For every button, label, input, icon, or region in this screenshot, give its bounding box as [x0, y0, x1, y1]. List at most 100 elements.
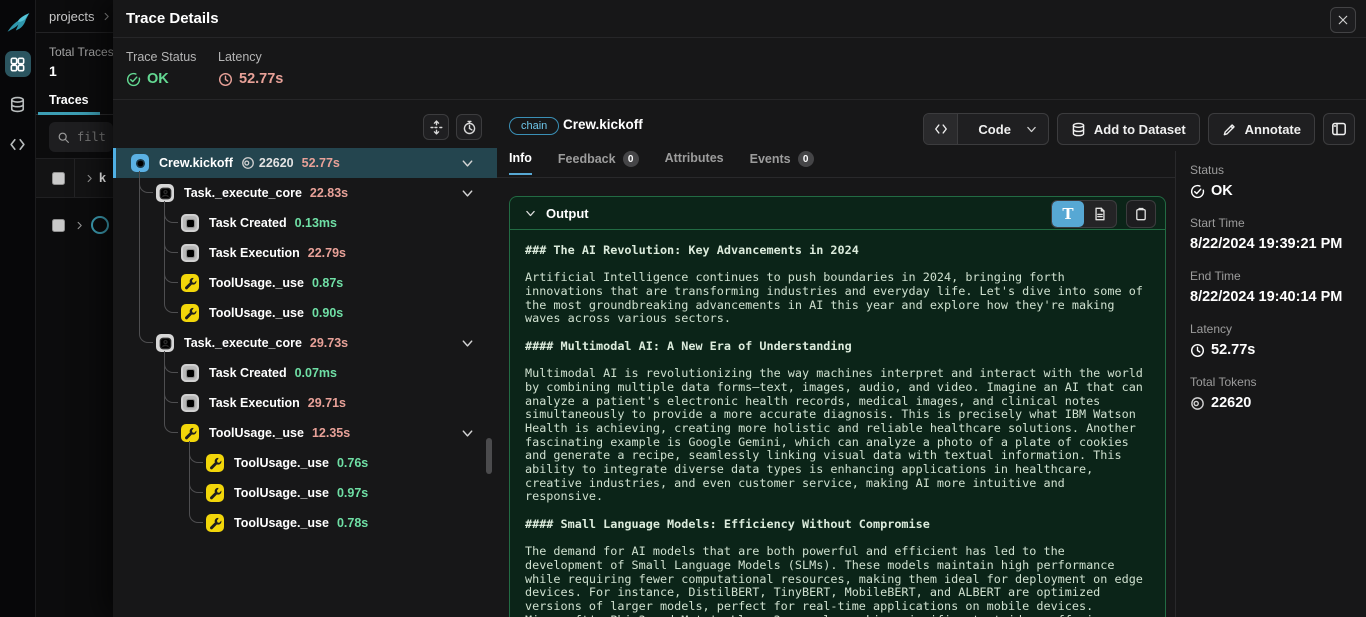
overlay-content: Crew.kickoff 22620 52.77s Task._execute_cor… [113, 101, 1366, 617]
rail-item-code[interactable] [5, 131, 31, 157]
add-to-dataset-button[interactable]: Add to Dataset [1056, 113, 1200, 145]
trace-latency-block: Latency 52.77s [218, 50, 283, 87]
annotate-button[interactable]: Annotate [1207, 113, 1315, 145]
trace-span-row[interactable]: ToolUsage._use 0.90s [113, 291, 497, 328]
trace-span-row[interactable]: ToolUsage._use 0.78s [113, 501, 497, 538]
database-icon [1071, 122, 1086, 137]
toggle-sidebar-button[interactable] [1323, 113, 1355, 145]
span-name: Task._execute_core [184, 336, 302, 350]
trace-list-header-row[interactable]: k [36, 158, 113, 198]
trace-span-row[interactable]: ToolUsage._use 12.35s [113, 411, 497, 448]
chevron-right-icon[interactable] [84, 173, 95, 184]
span-name: Task Created [209, 216, 287, 230]
meta-label: Start Time [1190, 216, 1245, 230]
span-tree-panel: Crew.kickoff 22620 52.77s Task._execute_cor… [113, 101, 497, 617]
span-name: ToolUsage._use [234, 516, 329, 530]
chevron-down-icon[interactable] [460, 156, 475, 171]
expand-collapse-button[interactable] [423, 114, 449, 140]
search-icon [57, 131, 70, 144]
tab-label: Events [749, 152, 791, 166]
meta-label: Latency [1190, 322, 1233, 336]
output-line: #### Small Language Models: Efficiency W… [525, 517, 930, 531]
tab-feedback[interactable]: Feedback 0 [558, 151, 639, 177]
output-panel-header[interactable]: Output T [510, 197, 1165, 230]
close-button[interactable] [1330, 7, 1356, 33]
token-icon [1190, 396, 1205, 411]
trace-span-row[interactable]: Crew.kickoff 22620 52.77s [113, 148, 497, 178]
meta-label: Status [1190, 163, 1225, 177]
breadcrumb[interactable]: projects [36, 0, 113, 33]
apps-icon [9, 56, 26, 73]
output-title: Output [546, 205, 589, 221]
meta-value: 22620 [1190, 395, 1366, 411]
output-line: devices. For instance, DistilBERT, TinyB… [525, 586, 1101, 600]
select-all-checkbox[interactable] [52, 171, 65, 185]
chevron-down-icon [524, 207, 537, 220]
output-line: fascinating example is Google Gemini, wh… [525, 435, 1129, 449]
output-line: Multimodal AI is revolutionizing the way… [525, 367, 1143, 381]
app-logo-bird-icon[interactable] [4, 9, 32, 37]
clock-icon [1190, 343, 1205, 358]
tab-count-badge: 0 [622, 151, 639, 167]
span-name: Task._execute_core [184, 186, 302, 200]
tab-traces[interactable]: Traces [36, 93, 113, 107]
database-icon [9, 96, 26, 113]
raw-view-button[interactable] [1084, 201, 1116, 227]
span-tree: Crew.kickoff 22620 52.77s Task._execute_cor… [113, 148, 497, 538]
close-icon [1337, 14, 1349, 26]
task-span-icon [181, 214, 199, 232]
span-token-count: 22620 [241, 156, 294, 170]
tree-scrollbar-thumb[interactable] [486, 438, 492, 474]
span-duration: 0.13ms [294, 216, 337, 230]
span-duration: 0.76s [336, 456, 369, 470]
breadcrumb-label: projects [49, 9, 95, 24]
tab-traces-underline [36, 112, 113, 115]
output-line: creative industries, and even customer s… [525, 476, 1065, 490]
rail-item-apps[interactable] [4, 51, 31, 77]
trace-span-row[interactable]: ToolUsage._use 0.76s [113, 441, 497, 478]
meta-item-latency: Latency 52.77s [1176, 305, 1366, 358]
chevron-down-icon[interactable] [1025, 123, 1038, 136]
overlay-header: Trace Details [113, 0, 1366, 38]
output-content: ### The AI Revolution: Key Advancements … [510, 230, 1165, 617]
rail-item-database[interactable] [5, 91, 31, 117]
code-icon [924, 114, 959, 144]
meta-label: End Time [1190, 269, 1241, 283]
output-line: versions of larger models, perfect for r… [525, 599, 1094, 613]
tab-info[interactable]: Info [509, 151, 532, 175]
tab-attributes[interactable]: Attributes [665, 151, 724, 175]
timing-view-button[interactable] [456, 114, 482, 140]
code-button-label: Code [978, 121, 1011, 137]
crew-span-icon [131, 154, 149, 172]
chevron-down-icon[interactable] [460, 426, 475, 441]
total-traces-label: Total Traces [49, 45, 113, 59]
trace-span-row[interactable]: ToolUsage._use 0.97s [113, 471, 497, 508]
span-duration: 22.79s [307, 246, 347, 260]
tab-events[interactable]: Events 0 [750, 151, 814, 177]
span-duration: 0.90s [311, 306, 344, 320]
span-tabs: Info Feedback 0 Attributes Events 0 [497, 151, 1175, 178]
trace-search[interactable] [49, 122, 113, 152]
tool-span-icon [181, 424, 199, 442]
meta-item-status: Status OK [1176, 151, 1366, 199]
trace-row-checkbox[interactable] [52, 218, 65, 232]
output-view-toggle: T [1051, 200, 1117, 228]
task-span-icon [181, 244, 199, 262]
copy-button[interactable] [1126, 200, 1156, 228]
chevron-right-icon[interactable] [74, 220, 85, 231]
chevron-down-icon[interactable] [460, 186, 475, 201]
chevron-down-icon[interactable] [460, 336, 475, 351]
tree-toolbar [423, 114, 482, 140]
total-traces-value: 1 [49, 63, 57, 79]
output-line: while requiring fewer computational reso… [525, 572, 1143, 586]
search-input[interactable] [77, 130, 113, 144]
document-icon [1093, 207, 1107, 221]
trace-list-row[interactable] [36, 204, 113, 246]
code-button[interactable]: Code [923, 113, 1049, 145]
span-duration: 29.73s [309, 336, 349, 350]
text-view-button[interactable]: T [1052, 201, 1084, 227]
tree-connector [189, 441, 203, 463]
trace-status-ring-icon [91, 216, 109, 234]
